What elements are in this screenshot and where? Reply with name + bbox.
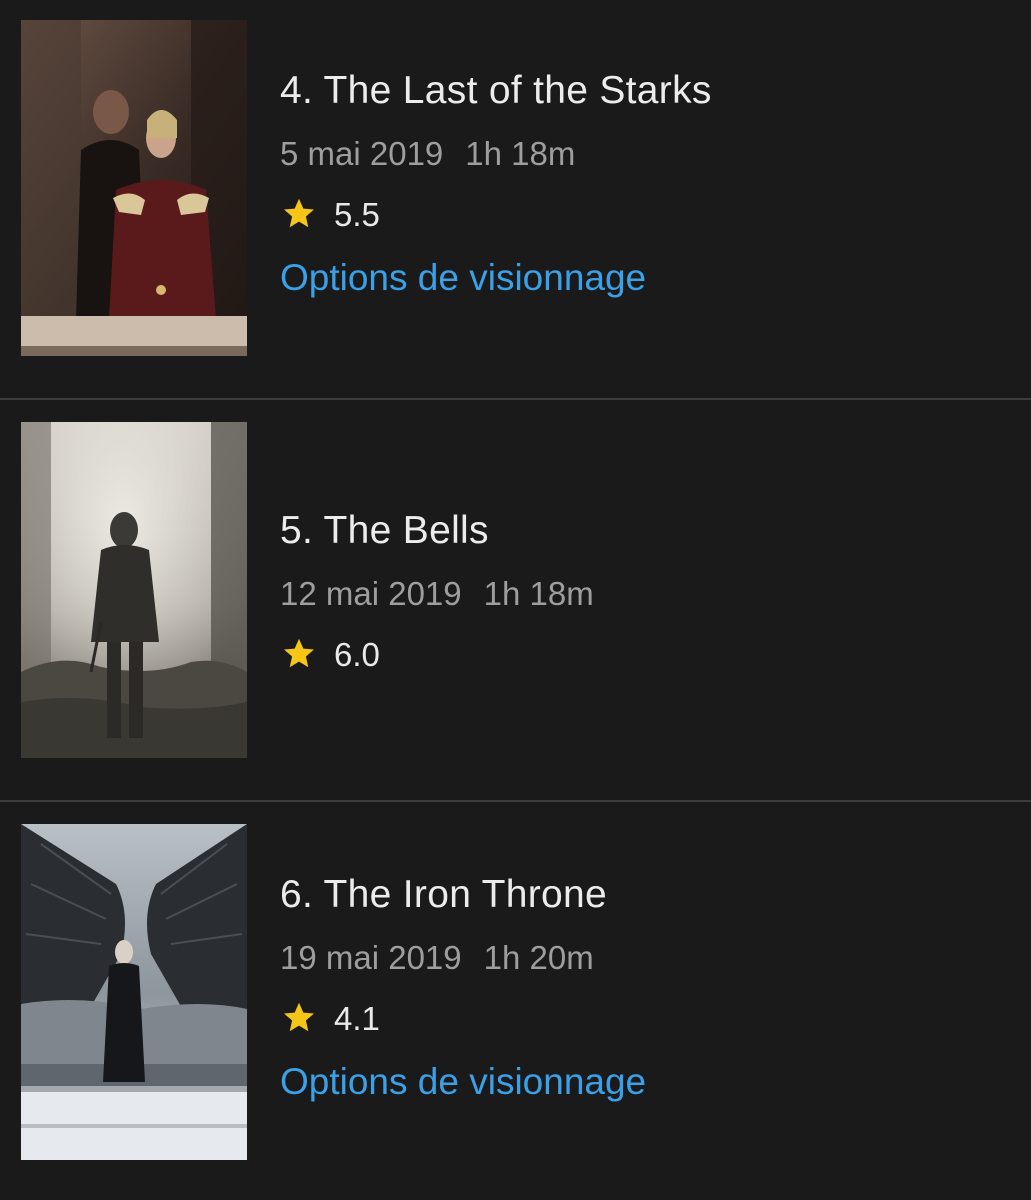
star-icon	[284, 638, 314, 668]
episode-date: 5 mai 2019	[280, 135, 444, 172]
episode-meta: 19 mai 2019 1h 20m	[280, 941, 646, 974]
episode-meta: 5 mai 2019 1h 18m	[280, 137, 712, 170]
rating-value: 5.5	[334, 195, 380, 233]
episode-runtime: 1h 18m	[483, 575, 594, 612]
episode-rating: 6.0	[280, 636, 594, 672]
episode-item[interactable]: 4. The Last of the Starks 5 mai 2019 1h 1…	[0, 0, 1031, 400]
episode-date: 19 mai 2019	[280, 939, 462, 976]
viewing-options-link[interactable]: Options de visionnage	[280, 259, 712, 296]
episode-item[interactable]: 6. The Iron Throne 19 mai 2019 1h 20m 4.1…	[0, 802, 1031, 1200]
episode-runtime: 1h 20m	[483, 939, 594, 976]
episode-thumbnail[interactable]	[21, 824, 247, 1160]
episode-title[interactable]: 5. The Bells	[280, 511, 594, 550]
rating-value: 6.0	[334, 635, 380, 673]
episode-rating: 4.1	[280, 1000, 646, 1036]
episode-thumbnail[interactable]	[21, 422, 247, 758]
episode-thumbnail[interactable]	[21, 20, 247, 356]
episode-title[interactable]: 6. The Iron Throne	[280, 875, 646, 914]
episode-item[interactable]: 5. The Bells 12 mai 2019 1h 18m 6.0	[0, 400, 1031, 800]
rating-value: 4.1	[334, 999, 380, 1037]
episode-date: 12 mai 2019	[280, 575, 462, 612]
star-icon	[284, 198, 314, 228]
episode-title[interactable]: 4. The Last of the Starks	[280, 71, 712, 110]
thumbnail-image-ep6	[21, 824, 247, 1160]
episode-runtime: 1h 18m	[465, 135, 576, 172]
thumbnail-image-ep4	[21, 20, 247, 356]
episode-meta: 12 mai 2019 1h 18m	[280, 577, 594, 610]
star-icon	[284, 1002, 314, 1032]
episode-info: 5. The Bells 12 mai 2019 1h 18m 6.0	[280, 511, 594, 672]
episode-info: 4. The Last of the Starks 5 mai 2019 1h 1…	[280, 71, 712, 296]
viewing-options-link[interactable]: Options de visionnage	[280, 1063, 646, 1100]
episode-rating: 5.5	[280, 196, 712, 232]
episode-info: 6. The Iron Throne 19 mai 2019 1h 20m 4.1…	[280, 875, 646, 1100]
thumbnail-image-ep5	[21, 422, 247, 758]
